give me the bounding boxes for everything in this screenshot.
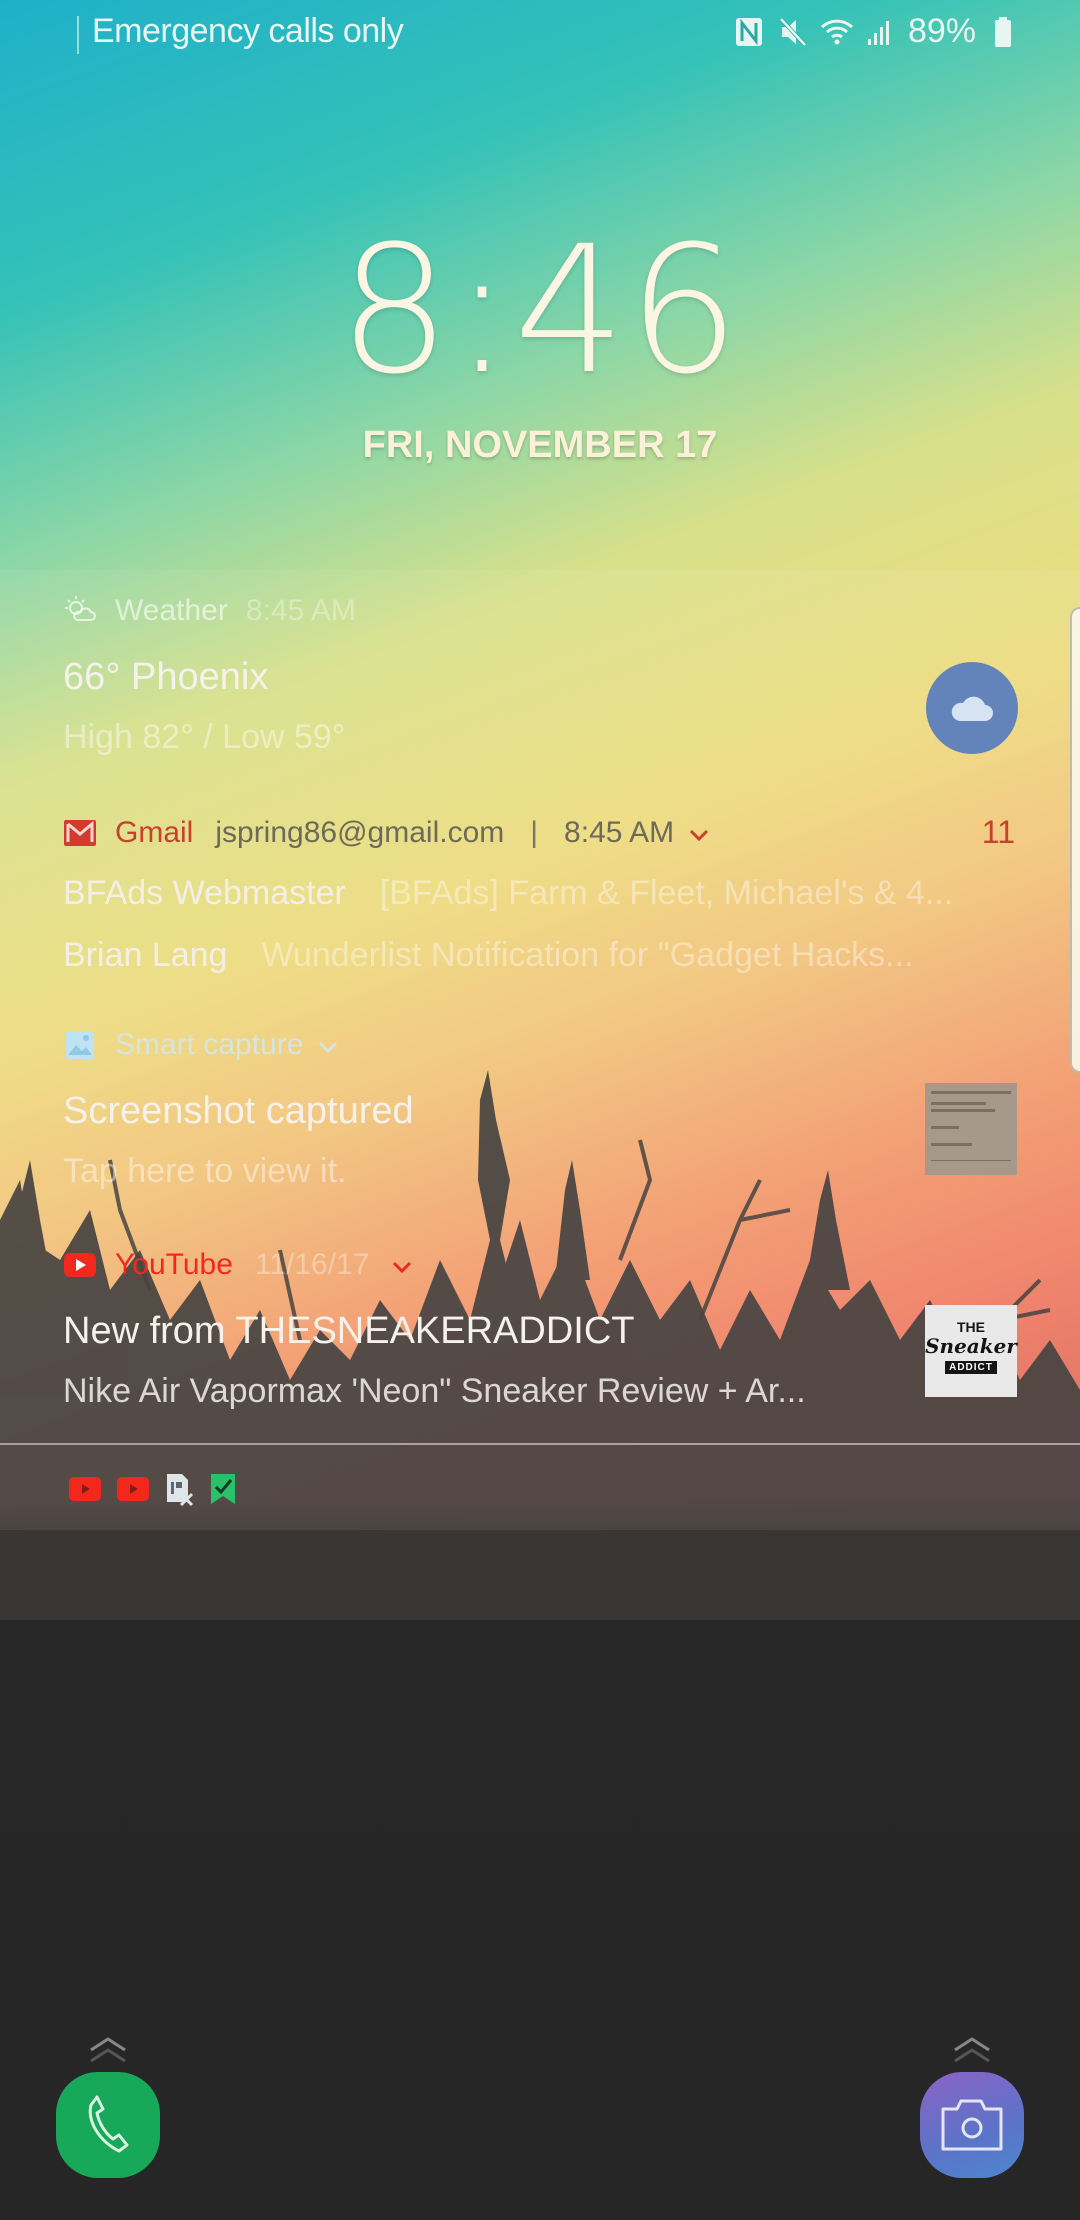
weather-time: 8:45 AM <box>245 594 356 627</box>
battery-icon <box>995 16 1011 47</box>
smart-capture-app-name: Smart capture <box>115 1028 304 1061</box>
phone-shortcut-button[interactable] <box>56 2072 160 2178</box>
gmail-message-row[interactable]: BFAds Webmaster [BFAds] Farm & Fleet, Mi… <box>63 874 953 913</box>
gmail-app-name: Gmail <box>115 816 194 849</box>
edge-panel-handle[interactable] <box>1070 607 1080 1073</box>
camera-icon <box>941 2099 1003 2151</box>
wunderlist-icon <box>211 1474 235 1504</box>
gmail-sender: BFAds Webmaster <box>63 874 346 912</box>
overflow-notification-icons[interactable] <box>68 1472 238 1506</box>
weather-app-name: Weather <box>115 594 228 627</box>
wifi-icon <box>820 19 853 44</box>
mute-icon <box>779 17 807 46</box>
gmail-subject: [BFAds] Farm & Fleet, Michael's & 4... <box>379 874 954 912</box>
signal-icon <box>867 20 889 45</box>
battery-percent: 89% <box>907 12 976 50</box>
youtube-icon <box>69 1477 101 1501</box>
gmail-separator: | <box>530 816 539 849</box>
partly-sunny-icon <box>63 594 97 628</box>
youtube-title: New from THESNEAKERADDICT <box>63 1310 635 1352</box>
gmail-account: jspring86@gmail.com <box>215 816 505 849</box>
gmail-message-row[interactable]: Brian Lang Wunderlist Notification for "… <box>63 936 914 975</box>
sim-card-missing-icon <box>167 1474 194 1506</box>
weather-title: 66° Phoenix <box>63 656 269 698</box>
gmail-sender: Brian Lang <box>63 936 228 974</box>
smart-capture-title: Screenshot captured <box>63 1090 414 1132</box>
gmail-time: 8:45 AM <box>564 816 675 849</box>
gmail-count: 11 <box>981 814 1015 850</box>
weather-condition-badge <box>926 662 1018 754</box>
weather-subtitle: High 82° / Low 59° <box>63 718 346 756</box>
weather-notification-header: Weather 8:45 AM <box>63 594 356 628</box>
youtube-icon <box>63 1248 97 1282</box>
youtube-header: YouTube 11/16/17 <box>63 1248 413 1282</box>
gmail-subject: Wunderlist Notification for "Gadget Hack… <box>261 936 914 974</box>
notification-divider <box>0 1443 1080 1445</box>
cloud-icon <box>951 696 993 721</box>
status-icons: 89% <box>732 12 1020 51</box>
carrier-text: Emergency calls only <box>92 12 404 50</box>
smart-capture-subtitle: Tap here to view it. <box>63 1152 347 1190</box>
nfc-icon <box>735 17 762 46</box>
thumb-text-the: THE <box>957 1319 985 1335</box>
screenshot-thumbnail <box>925 1083 1017 1175</box>
gmail-notification-header: Gmail jspring86@gmail.com | 8:45 AM <box>63 816 710 850</box>
phone-icon <box>88 2095 129 2153</box>
lock-screen-date: FRI, NOVEMBER 17 <box>362 424 718 466</box>
expand-chevron-icon[interactable] <box>317 1028 339 1062</box>
thumb-text-sneaker: Sneaker <box>925 1334 1017 1358</box>
status-bar: Emergency calls only 89% <box>0 0 1080 70</box>
image-icon <box>63 1028 97 1062</box>
expand-chevron-icon[interactable] <box>688 816 710 850</box>
gmail-icon <box>63 816 97 850</box>
expand-chevron-icon[interactable] <box>391 1248 413 1282</box>
youtube-date: 11/16/17 <box>254 1248 370 1281</box>
camera-shortcut-button[interactable] <box>920 2072 1024 2178</box>
youtube-subtitle: Nike Air Vapormax 'Neon" Sneaker Review … <box>63 1372 806 1410</box>
youtube-app-name: YouTube <box>115 1248 233 1281</box>
smart-capture-header: Smart capture <box>63 1028 339 1062</box>
youtube-icon <box>117 1477 149 1501</box>
thumb-text-addict: ADDICT <box>945 1361 997 1374</box>
status-divider <box>77 16 79 54</box>
swipe-up-hint-icon <box>954 2037 990 2063</box>
lock-screen-clock: 8:46 <box>338 208 742 413</box>
video-thumbnail: THE Sneaker ADDICT <box>925 1305 1017 1397</box>
swipe-up-hint-icon <box>90 2037 126 2063</box>
